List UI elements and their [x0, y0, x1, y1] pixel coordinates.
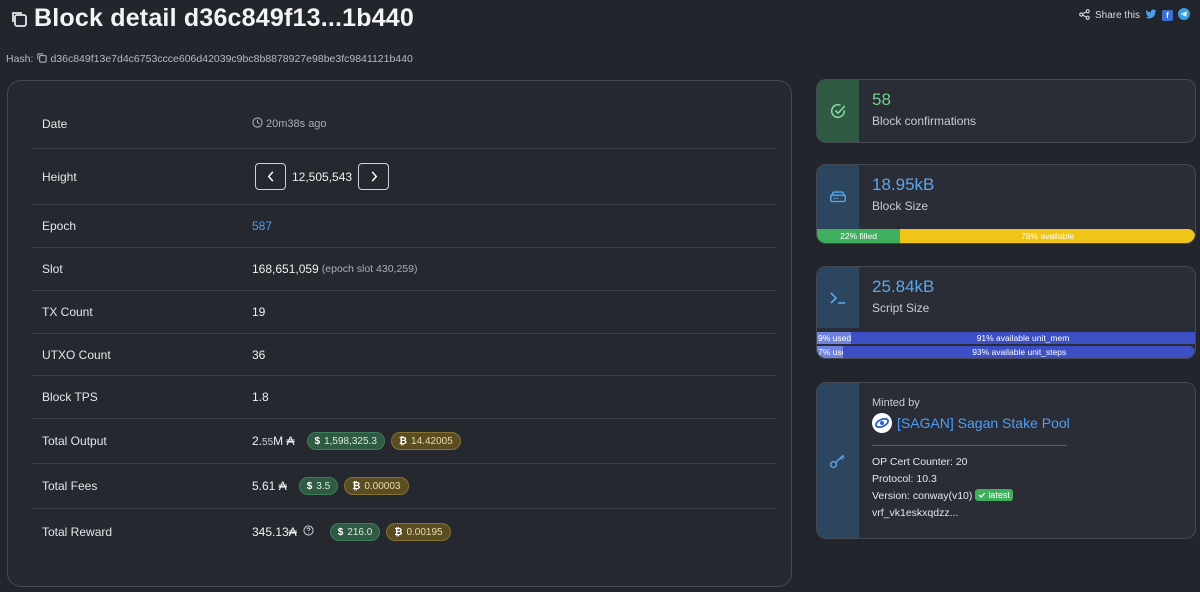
- usd-badge: $216.0: [329, 523, 381, 541]
- facebook-icon[interactable]: f: [1162, 10, 1173, 21]
- epoch-link[interactable]: 587: [252, 219, 272, 233]
- date-value: 20m38s ago: [266, 117, 327, 130]
- block-size-bar: 22% filled 78% available: [817, 229, 1195, 243]
- confirmations-label: Block confirmations: [872, 114, 977, 128]
- page-header: Block detail d36c849f13...1b440: [10, 4, 414, 33]
- share-bar: Share this f: [1079, 8, 1190, 23]
- total-output-value: 2.55M ₳: [252, 434, 295, 448]
- protocol: Protocol: 10.3: [872, 473, 937, 485]
- usd-badge: $1,598,325.3: [306, 432, 385, 450]
- epoch-label: Epoch: [42, 219, 77, 233]
- block-size-value: 18.95kB: [872, 175, 935, 194]
- pool-link[interactable]: [SAGAN] Sagan Stake Pool: [872, 413, 1070, 433]
- steps-used-segment: 7% used: [817, 346, 844, 358]
- utxo-count-value: 36: [252, 347, 266, 362]
- confirmations-card: 58 Block confirmations: [816, 79, 1196, 143]
- row-date: Date 20m38s ago: [32, 99, 776, 149]
- minted-by-label: Minted by: [872, 397, 920, 409]
- block-detail-card: Date 20m38s ago Height 12,505,543 Epoch …: [7, 80, 792, 587]
- hash-value: d36c849f13e7d4c6753ccce606d42039c9bc8b88…: [50, 53, 413, 65]
- previous-block-button[interactable]: [255, 163, 286, 190]
- row-total-reward: Total Reward 345.13₳ $216.0 ₿ 0.00195: [32, 509, 776, 555]
- op-cert-counter: OP Cert Counter: 20: [872, 456, 968, 468]
- help-icon[interactable]: [303, 525, 314, 539]
- row-epoch: Epoch 587: [32, 205, 776, 248]
- unit-steps-bar: 7% used 93% available unit_steps: [817, 346, 1195, 358]
- btc-badge: ₿ 14.42005: [390, 432, 461, 450]
- terminal-icon: [817, 267, 859, 328]
- total-output-label: Total Output: [42, 434, 107, 448]
- height-value: 12,505,543: [292, 169, 353, 184]
- available-segment: 78% available: [900, 229, 1195, 243]
- row-total-output: Total Output 2.55M ₳ $1,598,325.3 ₿ 14.42…: [32, 419, 776, 464]
- clock-icon: [252, 116, 263, 131]
- total-fees-label: Total Fees: [42, 479, 98, 493]
- divider: [872, 445, 1067, 446]
- block-tps-value: 1.8: [252, 390, 269, 404]
- hard-drive-icon: [817, 165, 859, 229]
- block-size-card: 18.95kB Block Size 22% filled 78% availa…: [816, 164, 1196, 244]
- copy-icon[interactable]: [10, 10, 28, 28]
- version: Version: conway(v10): [872, 490, 973, 502]
- btc-badge: ₿ 0.00195: [386, 523, 451, 541]
- confirmations-value: 58: [872, 90, 891, 109]
- total-reward-value: 345.13₳: [252, 525, 297, 539]
- slot-value: 168,651,059: [252, 262, 319, 276]
- slot-label: Slot: [42, 262, 63, 276]
- share-label: Share this: [1094, 10, 1140, 21]
- hash-label: Hash:: [6, 53, 34, 65]
- row-tx-count: TX Count 19: [32, 291, 776, 334]
- total-fees-value: 5.61 ₳: [252, 479, 287, 493]
- telegram-icon[interactable]: [1178, 8, 1190, 23]
- minted-by-card: Minted by [SAGAN] Sagan Stake Pool OP Ce…: [816, 382, 1196, 539]
- unit-mem-bar: 9% used 91% available unit_mem: [817, 332, 1195, 344]
- version-row: Version: conway(v10) latest: [872, 488, 1070, 505]
- check-circle-icon: [817, 80, 859, 142]
- copy-hash-icon[interactable]: [36, 52, 48, 66]
- latest-badge: latest: [975, 489, 1013, 501]
- pool-logo-icon: [872, 413, 892, 433]
- row-total-fees: Total Fees 5.61 ₳ $3.5 ₿ 0.00003: [32, 464, 776, 509]
- hash-row: Hash: d36c849f13e7d4c6753ccce606d42039c9…: [6, 52, 413, 66]
- mem-available-segment: 91% available unit_mem: [851, 332, 1195, 344]
- twitter-icon[interactable]: [1145, 9, 1157, 23]
- row-slot: Slot 168,651,059 (epoch slot 430,259): [32, 248, 776, 291]
- script-size-label: Script Size: [872, 301, 930, 315]
- vrf-key: vrf_vk1eskxqdzz...: [872, 507, 959, 519]
- script-size-card: 25.84kB Script Size 9% used 91% availabl…: [816, 266, 1196, 359]
- total-reward-label: Total Reward: [42, 525, 113, 539]
- row-block-tps: Block TPS 1.8: [32, 376, 776, 419]
- tx-count-value: 19: [252, 305, 266, 319]
- btc-badge: ₿ 0.00003: [344, 477, 409, 495]
- mem-used-segment: 9% used: [817, 332, 852, 344]
- pool-name[interactable]: [SAGAN] Sagan Stake Pool: [897, 415, 1070, 431]
- row-utxo-count: UTXO Count 36: [32, 334, 776, 376]
- share-icon: [1079, 8, 1090, 23]
- date-label: Date: [42, 116, 68, 131]
- filled-segment: 22% filled: [817, 229, 901, 243]
- page-title: Block detail d36c849f13...1b440: [34, 4, 415, 32]
- utxo-count-label: UTXO Count: [42, 347, 111, 362]
- key-icon: [817, 383, 859, 538]
- block-tps-label: Block TPS: [42, 390, 98, 404]
- row-height: Height 12,505,543: [32, 149, 776, 205]
- steps-available-segment: 93% available unit_steps: [843, 346, 1195, 358]
- usd-badge: $3.5: [298, 477, 339, 495]
- epoch-slot: (epoch slot 430,259): [321, 263, 418, 275]
- height-label: Height: [42, 169, 77, 184]
- script-size-value: 25.84kB: [872, 277, 935, 296]
- tx-count-label: TX Count: [42, 305, 93, 319]
- next-block-button[interactable]: [358, 163, 390, 190]
- block-size-label: Block Size: [872, 199, 929, 213]
